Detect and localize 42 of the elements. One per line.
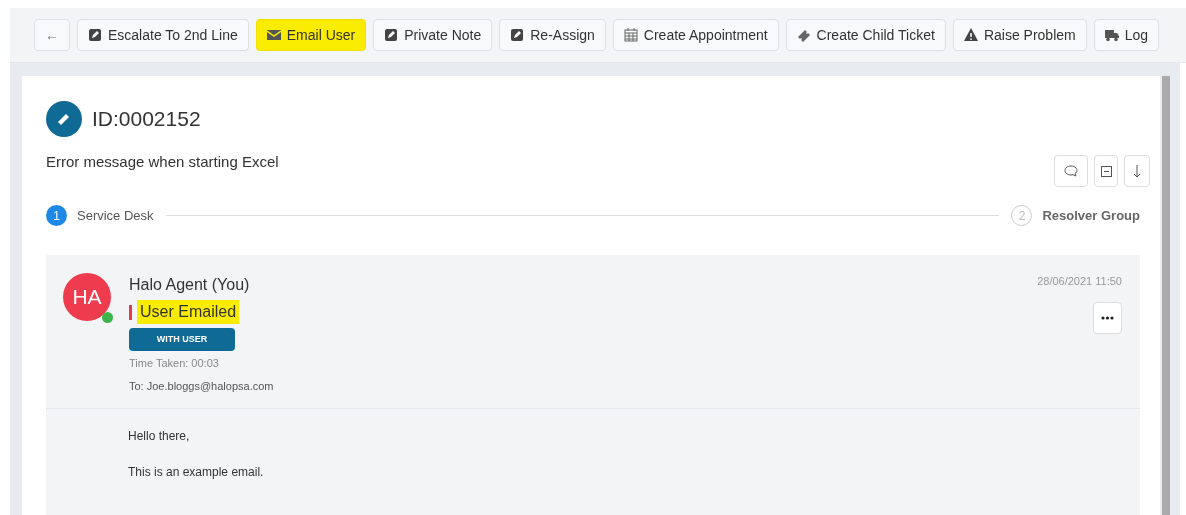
ticket-icon (46, 101, 82, 137)
toolbar-button[interactable]: Raise Problem (952, 19, 1087, 51)
back-button[interactable]: ← (34, 19, 70, 51)
step-label[interactable]: Resolver Group (1042, 205, 1140, 226)
author-name: Halo Agent (You) (129, 275, 251, 295)
email-paragraph: Hello there, (128, 428, 191, 445)
comment-button[interactable] (1054, 155, 1088, 187)
truck-icon (1104, 28, 1119, 42)
down-arrow-icon (1133, 164, 1141, 178)
ticket-id: ID:0002152 (92, 106, 201, 133)
scrollbar[interactable] (1162, 76, 1170, 515)
more-icon (1101, 315, 1114, 320)
envelope-icon (266, 28, 281, 42)
toolbar-button[interactable]: Email User (255, 19, 367, 51)
recipient: To: Joe.bloggs@halopsa.com (129, 378, 274, 394)
time-taken: Time Taken: 00:03 (129, 356, 220, 371)
toolbar-button[interactable]: Re-Assign (499, 19, 606, 51)
comment-icon (1064, 165, 1078, 177)
marker-bar (129, 304, 132, 320)
ticket-icon (796, 28, 811, 42)
toolbar-button[interactable]: Log (1093, 19, 1160, 51)
step-number: 1 (46, 205, 67, 226)
toolbar-button[interactable]: Create Child Ticket (785, 19, 946, 51)
more-button[interactable] (1093, 301, 1122, 334)
action-title: User Emailed (137, 300, 240, 324)
email-paragraph: This is an example email. (128, 464, 265, 481)
minus-square-icon (1100, 165, 1112, 177)
scroll-down-button[interactable] (1124, 155, 1150, 187)
calendar-icon (623, 28, 638, 42)
toolbar-button[interactable]: Create Appointment (612, 19, 779, 51)
edit-icon (384, 28, 399, 42)
collapse-button[interactable] (1094, 155, 1118, 187)
timestamp: 28/06/2021 11:50 (1037, 274, 1122, 289)
edit-icon (510, 28, 525, 42)
status-badge: WITH USER (129, 328, 235, 351)
toolbar-button[interactable]: Private Note (373, 19, 493, 51)
ticket-summary: Error message when starting Excel (46, 152, 279, 172)
avatar: HA (63, 273, 111, 321)
edit-icon (88, 28, 102, 42)
toolbar-button[interactable]: Escalate To 2nd Line (77, 19, 249, 51)
warning-icon (963, 28, 978, 42)
step-label[interactable]: Service Desk (77, 205, 154, 226)
